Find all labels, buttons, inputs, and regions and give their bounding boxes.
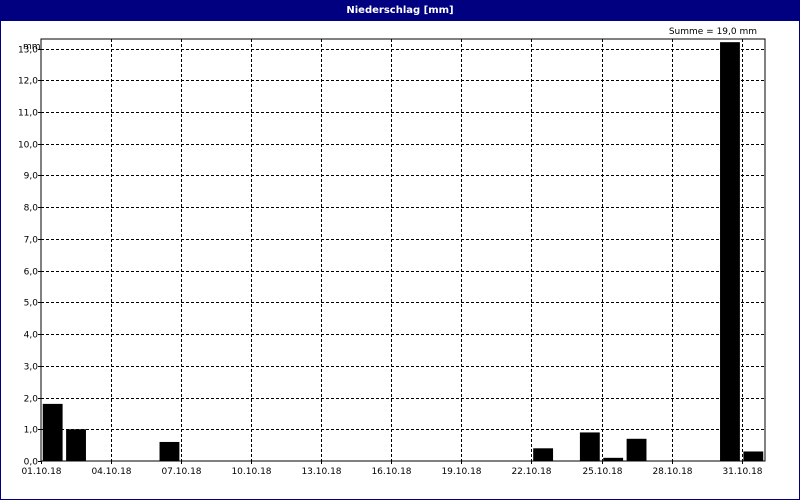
precipitation-chart: mm Summe = 19,0 mm 0,01,02,03,04,05,06,0… [18,27,766,477]
x-tick-label: 25.10.18 [582,467,622,477]
x-tick-label: 01.10.18 [21,467,61,477]
x-tick-label: 10.10.18 [231,467,271,477]
x-tick-labels: 01.10.18 04.10.18 07.10.18 10.10.18 13.10.18… [21,467,762,477]
bar [159,441,180,461]
x-tick-label: 22.10.18 [511,467,551,477]
x-tick-label: 13.10.18 [301,467,341,477]
x-tick-label: 16.10.18 [371,467,411,477]
y-tick-label: 11,0 [18,109,38,119]
x-tick-label: 04.10.18 [91,467,131,477]
y-tick-label: 10,0 [18,141,38,151]
x-tick-label: 19.10.18 [441,467,481,477]
y-tick-label: 2,0 [24,395,39,405]
y-tick-label: 9,0 [24,172,39,182]
bar [533,448,554,461]
bar [720,42,740,461]
x-tick-label: 28.10.18 [652,467,692,477]
bar [579,432,600,461]
x-tick-label: 31.10.18 [722,467,762,477]
y-tick-label: 7,0 [24,236,39,246]
y-tick-label: 8,0 [24,204,39,214]
axes [38,38,766,464]
y-tick-labels: 0,0 1,0 2,0 3,0 4,0 5,0 6,0 7,0 8,0 9,0 10,0 11,0 12… [18,46,38,468]
plot-area-border [40,38,766,462]
chart-window: Niederschlag [mm] mm Summe = 19,0 mm 0,0… [0,0,800,500]
y-tick-label: 13,0 [18,46,38,56]
x-tick-label: 07.10.18 [161,467,201,477]
y-tick-label: 4,0 [24,331,39,341]
y-tick-label: 5,0 [24,299,39,309]
y-tick-label: 0,0 [24,458,39,468]
bar [42,403,63,461]
bar [626,438,647,461]
bar [66,429,86,461]
grid [41,39,765,461]
y-tick-label: 12,0 [18,77,38,87]
y-tick-label: 6,0 [24,268,39,278]
bar [743,451,764,461]
y-tick-label: 1,0 [24,426,39,436]
y-tick-label: 3,0 [24,363,39,373]
sum-label: Summe = 19,0 mm [669,27,757,37]
